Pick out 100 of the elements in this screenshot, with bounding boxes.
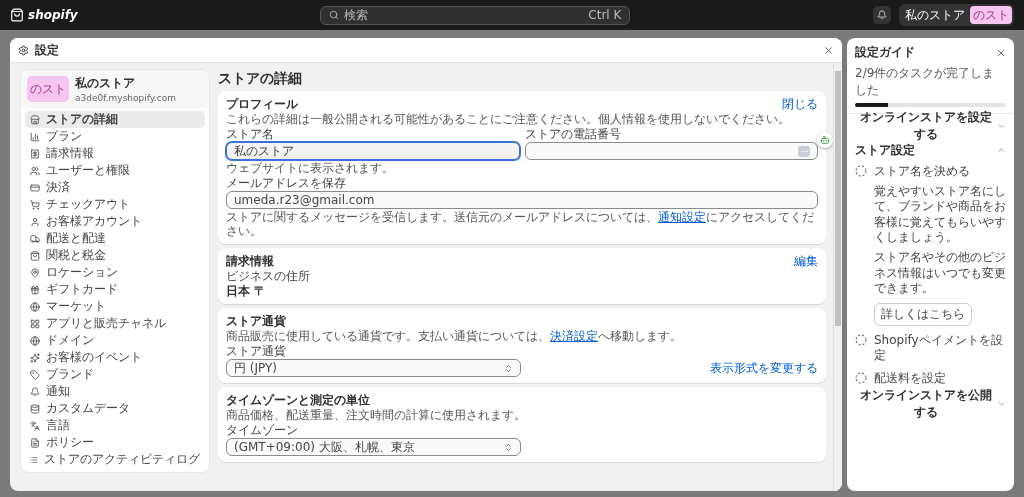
page-heading: ストアの詳細 (218, 69, 303, 87)
settings-icon (18, 44, 29, 56)
receipt-icon (30, 148, 40, 159)
chevron-down-icon (996, 121, 1006, 131)
chevron-up-icon (996, 145, 1006, 155)
phone-field[interactable] (524, 142, 818, 160)
card-description: これらの詳細は一般公開される可能性があることにご注意ください。個人情報を使用しないでください。 (226, 112, 791, 126)
dialog-title: 設定 (35, 41, 60, 59)
users-icon (30, 165, 40, 176)
task-description: 覚えやすいストア名にして、ブランドや商品をお客様に覚えてもらいやすくしましょう。 (874, 183, 1006, 246)
bar-chart-icon (30, 131, 40, 142)
select-arrows-icon (504, 363, 513, 373)
task-title[interactable]: 配送料を設定 (874, 370, 946, 387)
task-note: ストア名やその他のビジネス情報はいつでも変更できます。 (874, 249, 1006, 297)
map-pin-icon (30, 267, 40, 278)
person-icon (30, 216, 40, 227)
guide-title: 設定ガイド (855, 44, 915, 61)
select-arrows-icon (504, 442, 513, 452)
field-help: ストアに関するメッセージを受信します。送信元のメールアドレスについては、通知設定にアクセスしてください。 (226, 210, 815, 238)
edit-link[interactable]: 編集 (794, 254, 818, 268)
task-title[interactable]: ストア名を決める (874, 164, 1006, 180)
nav-item[interactable]: ドメイン (25, 332, 205, 349)
store-name-field[interactable]: 私のストア (226, 142, 520, 160)
store-avatar: のスト (27, 76, 69, 102)
nav-item[interactable]: 関税と税金 (25, 247, 205, 264)
keyboard-shortcut: Ctrl K (588, 8, 622, 22)
list-icon (30, 454, 38, 465)
dashed-circle-icon (855, 371, 867, 384)
bell-icon (30, 386, 40, 397)
field-label: ストアの電話番号 (524, 127, 622, 141)
nav-item[interactable]: チェックアウト (25, 196, 205, 213)
truck-icon (30, 233, 40, 244)
nav-item[interactable]: アプリと販売チャネル (25, 315, 205, 332)
store-name: 私のストア (75, 75, 136, 92)
more-icon (798, 145, 810, 157)
bell-icon (877, 10, 887, 20)
card-description: 商品販売に使用している通貨です。支払い通貨については、決済設定へ移動します。 (226, 329, 683, 343)
notifications-button[interactable] (873, 6, 891, 24)
nav-item[interactable]: お客様アカウント (25, 213, 205, 230)
shopping-bag-logo-icon (10, 8, 24, 22)
close-button[interactable] (996, 47, 1006, 58)
store-menu-button[interactable]: 私のストア のスト (899, 4, 1014, 26)
nav-item[interactable]: 言語 (25, 417, 205, 434)
globe-icon (30, 301, 40, 312)
nav-item[interactable]: マーケット (25, 298, 205, 315)
grid-icon (30, 318, 40, 329)
store-avatar: のスト (970, 6, 1012, 24)
gift-icon (30, 284, 40, 295)
dashed-circle-icon (855, 333, 867, 346)
nav-item[interactable]: ストアのアクティビティログ (25, 451, 205, 468)
nav-item[interactable]: 決済 (25, 179, 205, 196)
search-icon (329, 10, 340, 20)
card-title: タイムゾーンと測定の単位 (226, 393, 371, 407)
globe-icon (30, 335, 40, 346)
card-title: ストア通貨 (226, 314, 287, 328)
nav-item[interactable]: お客様のイベント (25, 349, 205, 366)
tag-icon (30, 369, 40, 380)
currency-select[interactable]: 円 (JPY) (226, 359, 521, 377)
address-value: 日本 〒 (226, 284, 268, 298)
store-domain: a3de0f.myshopify.com (75, 93, 176, 103)
field-label: ストア通貨 (226, 344, 287, 358)
dashed-circle-icon (855, 165, 867, 177)
nav-item[interactable]: ブランド (25, 366, 205, 383)
nav-item[interactable]: 配送と配達 (25, 230, 205, 247)
card-title: 請求情報 (226, 254, 274, 268)
card-title: プロフィール (226, 97, 298, 111)
field-label: メールアドレスを保存 (226, 176, 347, 190)
nav-item[interactable]: ロケーション (25, 264, 205, 281)
change-format-link[interactable]: 表示形式を変更する (710, 361, 818, 375)
payment-settings-link[interactable]: 決済設定 (550, 329, 598, 343)
document-icon (30, 437, 40, 448)
close-button[interactable] (823, 44, 834, 56)
search-field[interactable]: 検索 Ctrl K (320, 5, 631, 25)
nav-item[interactable]: カスタムデータ (25, 400, 205, 417)
nav-item[interactable]: 通知 (25, 383, 205, 400)
learn-more-button[interactable]: 詳しくはこちら (874, 302, 972, 326)
timezone-select[interactable]: (GMT+09:00) 大阪、札幌、東京 (226, 438, 521, 456)
nav-item[interactable]: プラン (25, 128, 205, 145)
store-icon (30, 114, 40, 125)
cart-icon (30, 199, 40, 210)
nav-item[interactable]: ポリシー (25, 434, 205, 451)
search-placeholder: 検索 (344, 6, 369, 24)
task-title[interactable]: Shopifyペイメントを設定 (874, 332, 1006, 364)
field-help: ウェブサイトに表示されます。 (226, 161, 395, 175)
sparkles-icon (30, 352, 40, 363)
credit-card-icon (30, 182, 40, 193)
progress-text: 2/9件のタスクが完了しました (855, 65, 996, 99)
nav-item[interactable]: ユーザーと権限 (25, 162, 205, 179)
close-link[interactable]: 閉じる (782, 97, 818, 111)
nav-item[interactable]: 請求情報 (25, 145, 205, 162)
nav-item[interactable]: ストアの詳細 (25, 111, 205, 128)
nav-item[interactable]: ギフトカード (25, 281, 205, 298)
logo-text: shopify (28, 8, 78, 22)
notification-settings-link[interactable]: 通知設定 (658, 210, 706, 224)
email-field[interactable]: umeda.r23@gmail.com (226, 191, 818, 209)
field-label: タイムゾーン (226, 423, 299, 437)
field-label: ストア名 (226, 127, 275, 141)
language-icon (30, 420, 40, 431)
field-label: ビジネスの住所 (226, 269, 311, 283)
database-icon (30, 403, 40, 414)
